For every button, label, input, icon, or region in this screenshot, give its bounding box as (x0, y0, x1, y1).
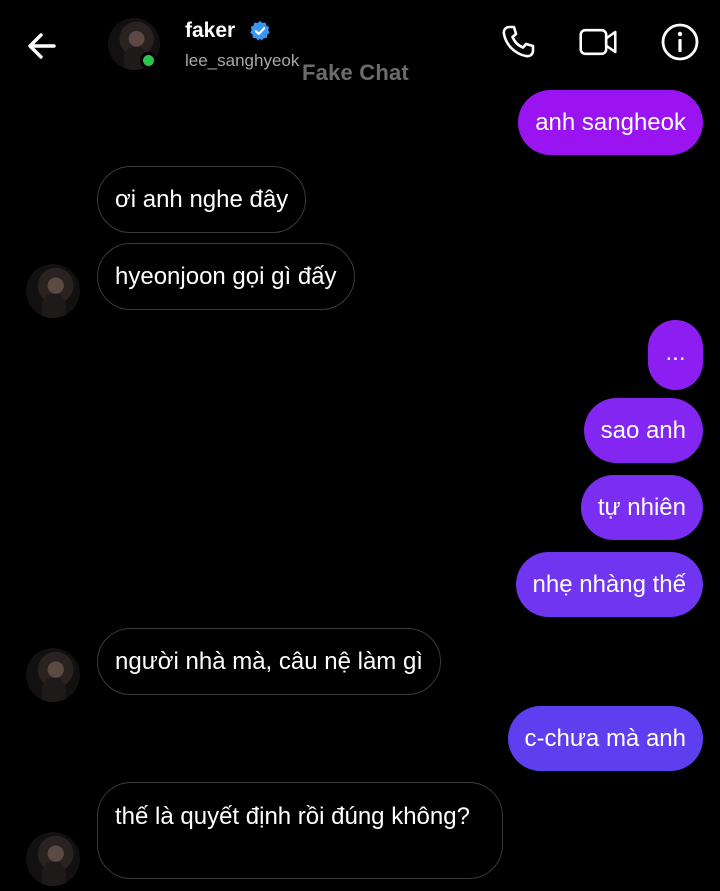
online-status-dot (140, 52, 157, 69)
verified-badge-icon (250, 20, 270, 41)
incoming-message[interactable]: ơi anh nghe đây (97, 166, 307, 233)
outgoing-message[interactable]: anh sangheok (518, 90, 703, 155)
outgoing-message[interactable]: tự nhiên (580, 475, 703, 540)
avatar (26, 832, 80, 886)
watermark: Fake Chat (302, 60, 409, 85)
incoming-message[interactable]: thế là quyết định rồi đúng không? (97, 782, 503, 879)
avatar (26, 648, 80, 702)
phone-icon[interactable] (498, 22, 538, 62)
info-icon[interactable] (660, 22, 700, 62)
incoming-message[interactable]: hyeonjoon gọi gì đấy (97, 243, 355, 310)
contact-username: lee_sanghyeok (185, 51, 300, 70)
outgoing-message[interactable]: c-chưa mà anh (507, 706, 703, 771)
incoming-message[interactable]: người nhà mà, câu nệ làm gì (97, 628, 441, 695)
back-arrow-icon[interactable] (24, 28, 60, 64)
video-camera-icon[interactable] (578, 22, 618, 62)
avatar (26, 264, 80, 318)
outgoing-message[interactable]: ... (648, 320, 703, 390)
outgoing-message[interactable]: sao anh (583, 398, 703, 463)
outgoing-message[interactable]: nhẹ nhàng thế (515, 552, 703, 617)
contact-name[interactable]: faker (185, 19, 235, 43)
